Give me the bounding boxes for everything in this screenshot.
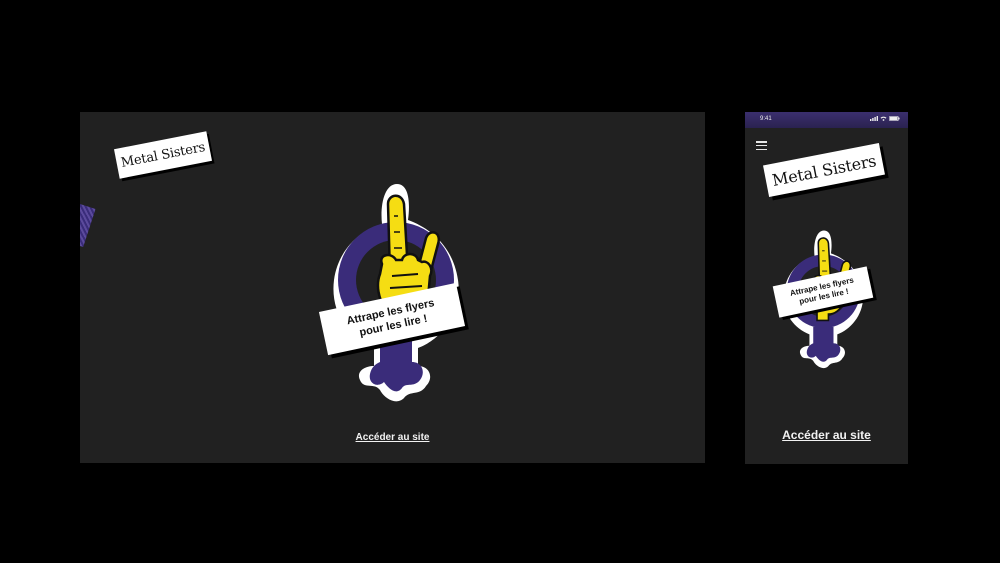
status-time: 9:41 <box>760 116 772 122</box>
desktop-preview: Metal Sisters Attrape les flyers pour le… <box>80 112 705 463</box>
site-logo: Metal Sisters <box>119 139 207 171</box>
status-icons <box>870 116 900 121</box>
signal-icon <box>870 116 878 121</box>
flyer-edge[interactable] <box>80 200 96 248</box>
menu-icon[interactable] <box>756 141 767 150</box>
enter-site-link[interactable]: Accéder au site <box>80 432 705 443</box>
status-bar: 9:41 <box>745 112 908 128</box>
enter-site-link[interactable]: Accéder au site <box>745 428 908 442</box>
mobile-preview: 9:41 Metal Sisters Attrape les flyers po… <box>745 112 908 464</box>
wifi-icon <box>880 116 887 121</box>
site-logo: Metal Sisters <box>770 150 878 190</box>
logo-card[interactable]: Metal Sisters <box>763 143 885 197</box>
battery-icon <box>889 116 900 121</box>
logo-card[interactable]: Metal Sisters <box>114 131 212 179</box>
